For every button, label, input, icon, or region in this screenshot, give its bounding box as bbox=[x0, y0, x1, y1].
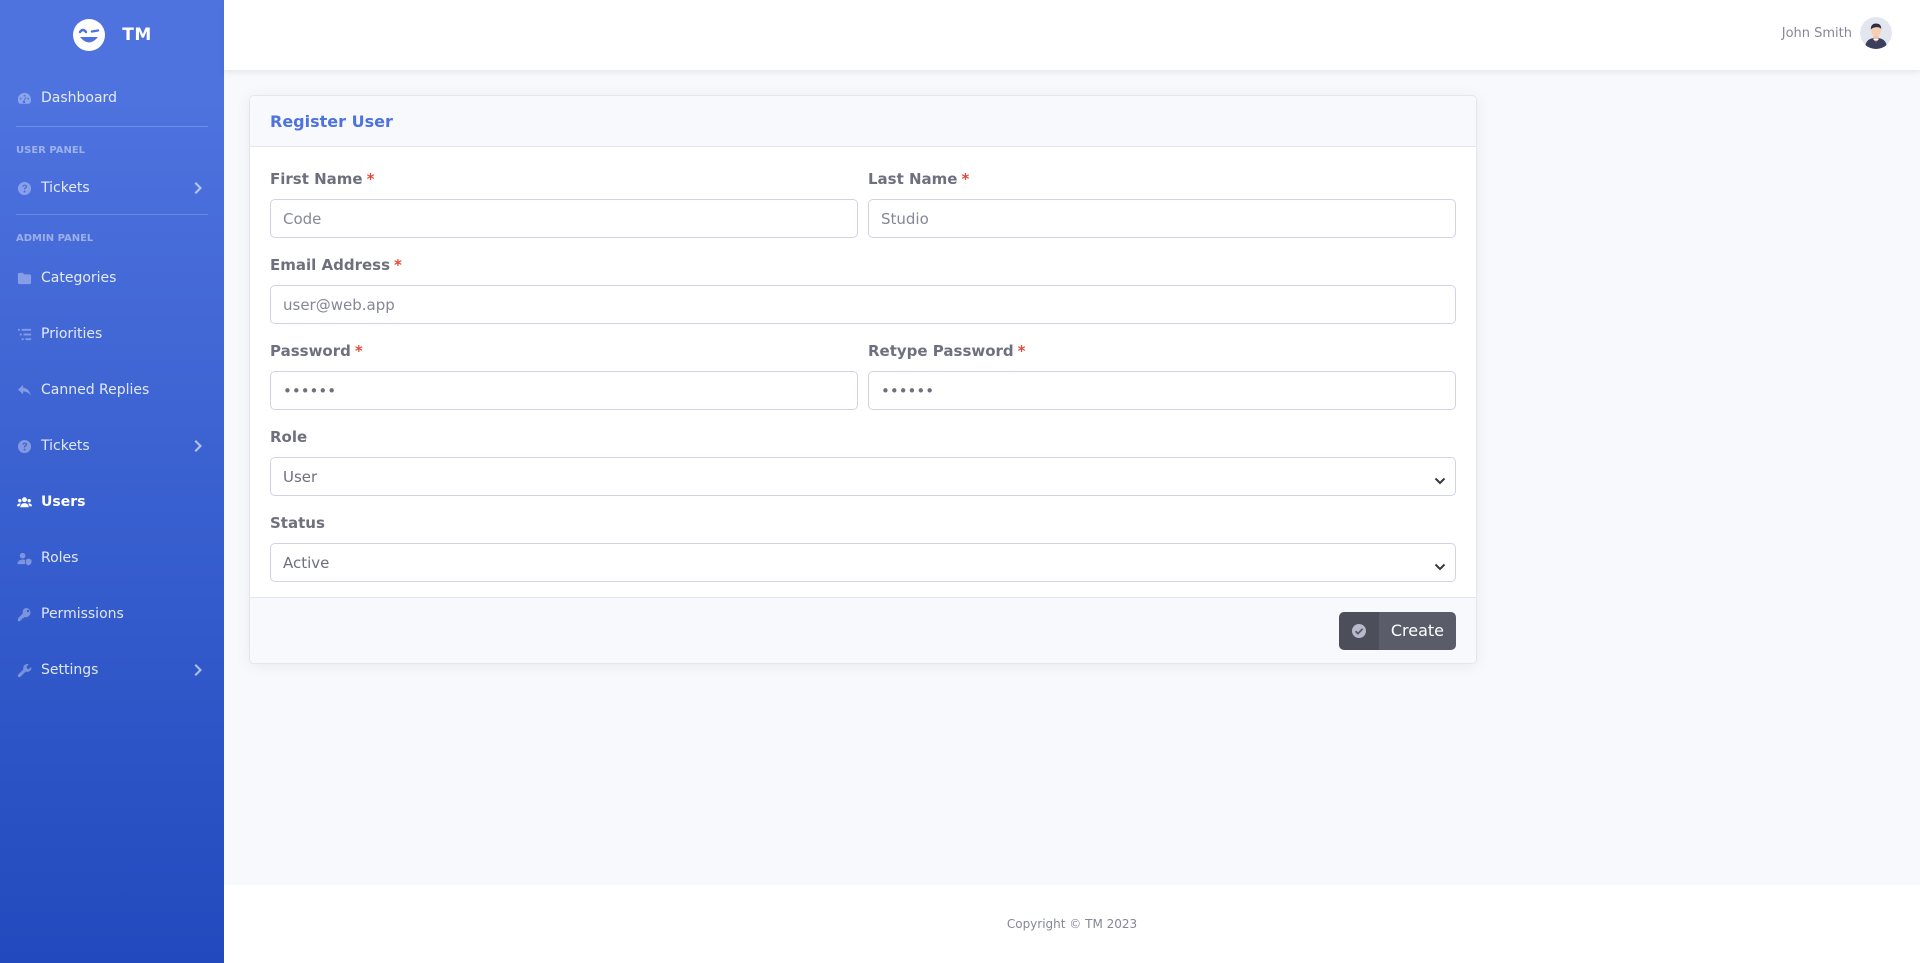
check-circle-icon bbox=[1338, 611, 1379, 650]
password-label: Password * bbox=[270, 342, 363, 360]
email-label: Email Address * bbox=[270, 256, 402, 274]
user-avatar bbox=[1860, 17, 1892, 49]
sidebar-item-categories[interactable]: Categories bbox=[0, 250, 224, 306]
chevron-right-icon bbox=[194, 440, 204, 452]
sidebar-item-permissions[interactable]: Permissions bbox=[0, 586, 224, 642]
last-name-group: Last Name * bbox=[868, 167, 1456, 253]
sidebar: TM Dashboard USER PANEL Tickets ADMIN PA… bbox=[0, 0, 224, 963]
register-user-form: First Name* Last Name* Email Address* Pa… bbox=[250, 147, 1476, 597]
chevron-right-icon bbox=[194, 182, 204, 194]
sidebar-item-label: Settings bbox=[41, 662, 99, 678]
last-name-input[interactable] bbox=[868, 199, 1456, 238]
sidebar-item-users[interactable]: Users bbox=[0, 474, 224, 530]
card-header: Register User bbox=[250, 96, 1476, 147]
retype-password-input[interactable] bbox=[868, 371, 1456, 410]
sidebar-item-label: Categories bbox=[41, 270, 117, 286]
copyright-text: Copyright © TM 2023 bbox=[1006, 917, 1138, 931]
password-group: Password * bbox=[270, 339, 858, 425]
first-name-input[interactable] bbox=[270, 199, 858, 238]
folder-icon bbox=[16, 270, 32, 286]
wink-smile-icon bbox=[73, 19, 106, 51]
brand-name: TM bbox=[122, 25, 152, 45]
role-group: Role User bbox=[270, 425, 1456, 511]
email-group: Email Address * bbox=[270, 253, 1456, 339]
sidebar-item-settings[interactable]: Settings bbox=[0, 642, 224, 698]
status-select[interactable]: Active bbox=[270, 543, 1456, 582]
sidebar-brand[interactable]: TM bbox=[0, 0, 224, 70]
question-circle-icon bbox=[16, 180, 32, 196]
last-name-label: Last Name * bbox=[868, 170, 970, 188]
sidebar-item-admin-tickets[interactable]: Tickets bbox=[0, 418, 224, 474]
required-mark: * bbox=[961, 170, 970, 188]
required-mark: * bbox=[366, 170, 375, 188]
retype-password-label: Retype Password * bbox=[868, 342, 1026, 360]
role-select[interactable]: User bbox=[270, 457, 1456, 496]
first-name-label: First Name * bbox=[270, 170, 375, 188]
users-icon bbox=[16, 494, 32, 510]
sidebar-heading-admin-panel: ADMIN PANEL bbox=[16, 233, 94, 244]
user-shield-icon bbox=[16, 550, 32, 566]
sidebar-item-label: Dashboard bbox=[41, 90, 117, 106]
user-name: John Smith bbox=[1781, 25, 1852, 41]
sidebar-item-roles[interactable]: Roles bbox=[0, 530, 224, 586]
first-name-group: First Name * bbox=[270, 167, 858, 253]
sidebar-item-canned-replies[interactable]: Canned Replies bbox=[0, 362, 224, 418]
sidebar-item-label: Canned Replies bbox=[41, 382, 150, 398]
reply-icon bbox=[16, 382, 32, 398]
page-title: Register User bbox=[270, 111, 393, 131]
sidebar-item-label: Priorities bbox=[41, 326, 103, 342]
list-icon bbox=[16, 326, 32, 342]
create-button[interactable]: Create bbox=[1338, 611, 1456, 650]
sidebar-item-label: Tickets bbox=[41, 438, 90, 454]
status-label: Status bbox=[270, 514, 325, 532]
user-menu[interactable]: John Smith bbox=[1782, 17, 1892, 49]
required-mark: * bbox=[394, 256, 402, 274]
sidebar-item-label: Users bbox=[41, 494, 86, 510]
sidebar-item-user-tickets[interactable]: Tickets bbox=[0, 162, 224, 214]
sidebar-item-label: Tickets bbox=[41, 180, 90, 196]
page-footer: Copyright © TM 2023 bbox=[224, 885, 1920, 963]
required-mark: * bbox=[354, 342, 363, 360]
wrench-icon bbox=[16, 662, 32, 678]
sidebar-item-label: Roles bbox=[41, 550, 79, 566]
sidebar-item-dashboard[interactable]: Dashboard bbox=[0, 70, 224, 126]
password-input[interactable] bbox=[270, 371, 858, 410]
register-user-card: Register User First Name* Last Name* Ema… bbox=[249, 95, 1477, 664]
role-label: Role bbox=[270, 428, 308, 446]
retype-password-group: Retype Password * bbox=[868, 339, 1456, 425]
card-footer: Create bbox=[250, 597, 1476, 663]
sidebar-item-label: Permissions bbox=[41, 606, 124, 622]
chevron-right-icon bbox=[194, 664, 204, 676]
key-icon bbox=[16, 606, 32, 622]
topbar: John Smith bbox=[224, 0, 1920, 70]
sidebar-heading-user-panel: USER PANEL bbox=[16, 145, 86, 156]
tachometer-icon bbox=[16, 90, 32, 106]
create-button-label: Create bbox=[1390, 621, 1444, 640]
status-group: Status Active bbox=[270, 511, 1456, 597]
sidebar-item-priorities[interactable]: Priorities bbox=[0, 306, 224, 362]
required-mark: * bbox=[1017, 342, 1026, 360]
email-input[interactable] bbox=[270, 285, 1456, 324]
question-circle-icon bbox=[16, 438, 32, 454]
